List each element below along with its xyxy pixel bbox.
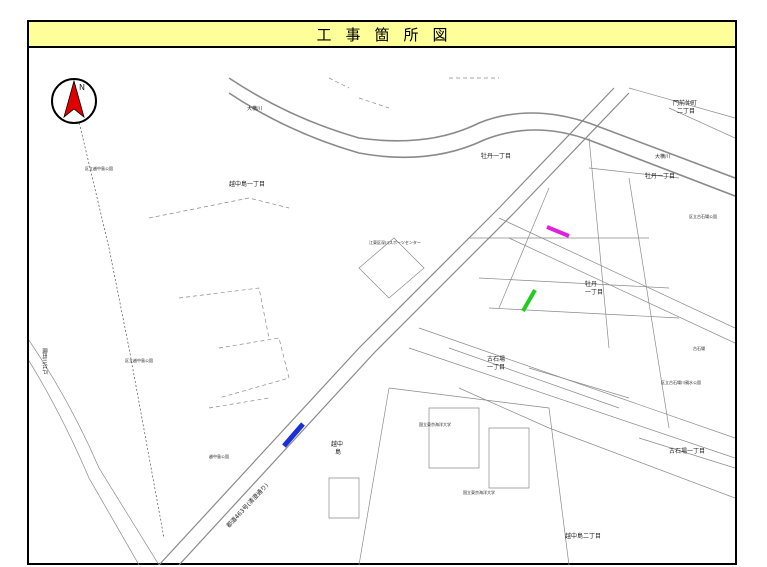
block-line [448,137,680,429]
river-edge-line [29,360,140,565]
area-label-monzen-b: 二丁目 [677,108,695,115]
north-arrow: N [51,78,97,124]
main-road-edge [158,87,615,565]
work-site-blue [282,422,305,448]
street-line [498,217,735,329]
park-label-small-4: 古石場 [693,345,705,351]
work-site-magenta [546,225,570,238]
canal-label-right: 大横川 [655,153,670,160]
title-bar: 工事箇所図 [29,22,735,48]
street-line [508,237,735,344]
block-line [458,387,735,499]
area-label-furuishiba1-center-b: 一丁目 [487,364,505,371]
park-label-small-5: 区立古石場川親水公園 [661,379,701,385]
station-label-b: 島 [335,448,341,456]
work-site-green [521,289,537,312]
footpath-line [328,77,499,109]
main-road-edge [178,92,630,565]
park-label-koshinakajima: 越中島公園 [209,453,229,459]
facility-label-university-2: 国立東京海洋大学 [463,489,495,495]
area-label-furuishiba1-center-a: 古石場 [487,355,505,363]
map-title: 工事箇所図 [316,25,462,44]
area-label-botan1-top: 牡丹一丁目 [481,152,511,160]
park-label-small-1: 区立越中島公園 [85,165,113,171]
area-label-botan1-center-a: 牡丹 [585,280,597,288]
area-label-botan1-center-b: 一丁目 [585,289,603,296]
river-edge-line [29,339,160,565]
map-canvas: N 越中島一丁目 越中島二丁目 牡丹一丁目 牡丹一丁目 牡丹 一丁目 古石場 一… [29,77,735,565]
area-label-monzen-a: 門前仲町 [673,99,697,107]
map-page: 工事箇所図 N 越中島一丁目 越中島二丁目 牡丹一丁目 牡丹一丁目 牡丹 一丁目… [0,0,767,567]
station-label-a: 越中 [331,440,343,448]
footpath-line [148,197,290,409]
area-label-koshinakajima1: 越中島一丁目 [229,180,265,188]
area-label-furuishiba1-right: 古石場一丁目 [669,447,705,455]
park-label-small-2: 区立越中島公園 [125,357,153,363]
facility-label-university-1: 国立東京海洋大学 [419,421,451,427]
area-label-botan1-right: 牡丹一丁目 [645,172,675,180]
facility-label-sports-center: 江東区深川スポーツセンター [369,239,421,245]
map-frame: 工事箇所図 N 越中島一丁目 越中島二丁目 牡丹一丁目 牡丹一丁目 牡丹 一丁目… [27,20,737,565]
park-label-small-3: 区立古石場公園 [689,213,717,219]
street-line [408,347,735,459]
canal-label-left: 大横川 [247,105,262,112]
ward-boundary-line [70,87,165,539]
river-label: 隅田川/江戸 [41,348,48,375]
canal-line [228,92,735,197]
road-label-route: 都道463号(清澄通り) [225,481,271,529]
canal-line [228,77,735,179]
building-outline [358,237,425,299]
north-label: N [79,83,85,92]
area-label-koshinakajima2: 越中島二丁目 [565,532,601,540]
campus-boundary [358,387,570,565]
